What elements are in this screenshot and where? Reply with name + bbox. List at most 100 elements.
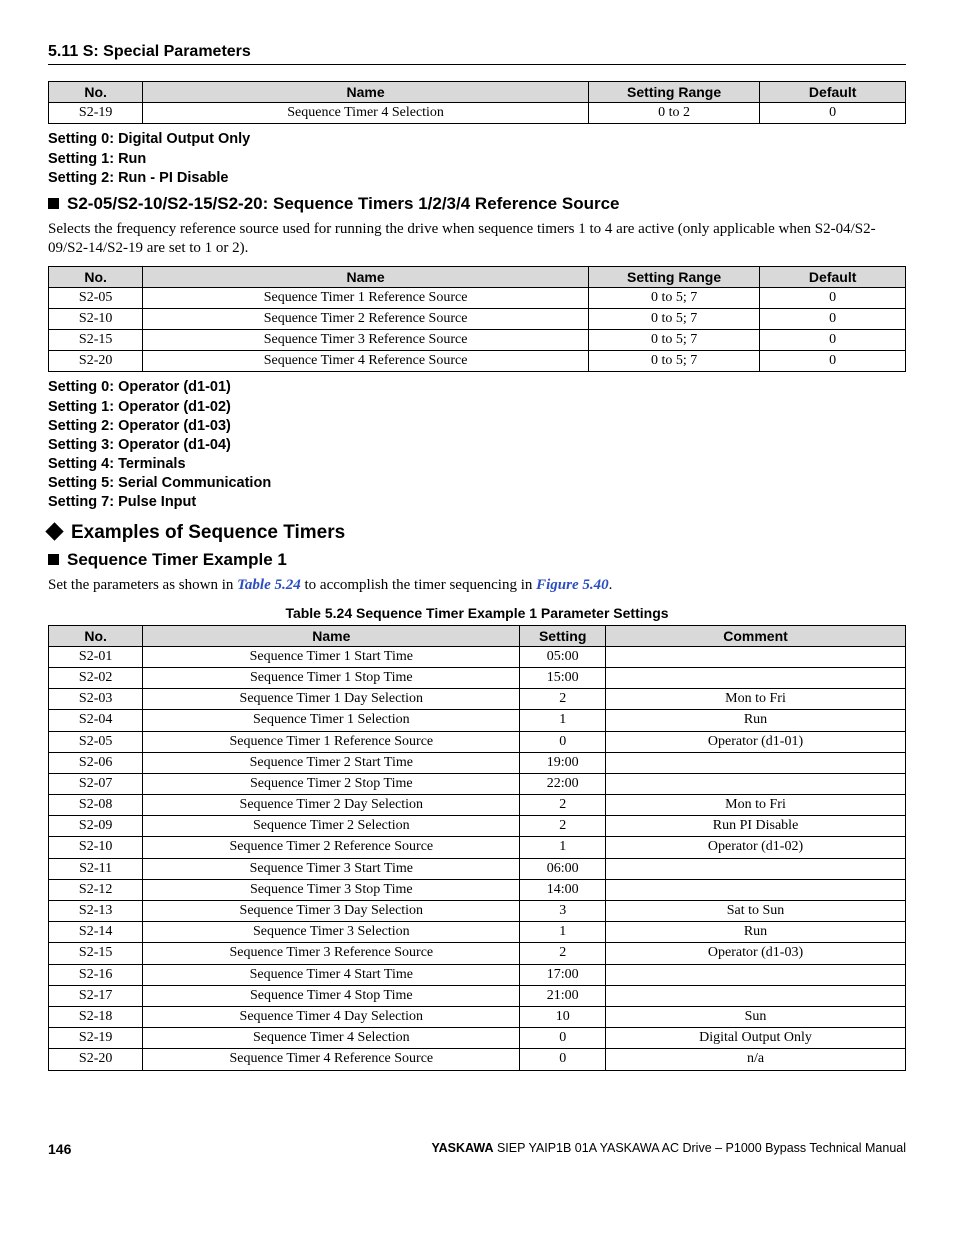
table-cell: S2-08 <box>49 795 143 816</box>
table-cell: 0 to 5; 7 <box>588 308 759 329</box>
table-row: S2-09Sequence Timer 2 Selection2Run PI D… <box>49 816 906 837</box>
table-row: S2-20Sequence Timer 4 Reference Source0 … <box>49 351 906 372</box>
table-cell: 0 to 5; 7 <box>588 330 759 351</box>
table-cell: Sequence Timer 4 Start Time <box>143 964 520 985</box>
settings-block-1: Setting 0: Digital Output OnlySetting 1:… <box>48 130 906 186</box>
table-row: S2-07Sequence Timer 2 Stop Time22:00 <box>49 773 906 794</box>
link-table-524[interactable]: Table 5.24 <box>237 577 301 593</box>
table-cell: Sequence Timer 2 Reference Source <box>143 837 520 858</box>
table-row: S2-15Sequence Timer 3 Reference Source0 … <box>49 330 906 351</box>
table-cell: Operator (d1-01) <box>606 731 906 752</box>
setting-line: Setting 5: Serial Communication <box>48 474 906 492</box>
table-cell: Sequence Timer 2 Day Selection <box>143 795 520 816</box>
table-cell: 05:00 <box>520 646 606 667</box>
table-cell: S2-20 <box>49 1049 143 1070</box>
table-cell: S2-02 <box>49 667 143 688</box>
footer-right: YASKAWA SIEP YAIP1B 01A YASKAWA AC Drive… <box>431 1141 906 1159</box>
table-cell: 2 <box>520 795 606 816</box>
table-cell: n/a <box>606 1049 906 1070</box>
page-number: 146 <box>48 1141 71 1159</box>
table-cell: Sequence Timer 1 Start Time <box>143 646 520 667</box>
table-cell: Sequence Timer 4 Selection <box>143 1028 520 1049</box>
table-cell <box>606 879 906 900</box>
t2-h0: No. <box>49 266 143 287</box>
table-cell: S2-10 <box>49 837 143 858</box>
table-cell: 0 <box>760 103 906 124</box>
link-figure-540[interactable]: Figure 5.40 <box>536 577 609 593</box>
t3-h3: Comment <box>606 625 906 646</box>
t1-h1: Name <box>143 82 589 103</box>
table-row: S2-08Sequence Timer 2 Day Selection2Mon … <box>49 795 906 816</box>
table-cell <box>606 773 906 794</box>
table-cell: 22:00 <box>520 773 606 794</box>
para-mid: to accomplish the timer sequencing in <box>301 577 536 593</box>
table-cell: S2-19 <box>49 1028 143 1049</box>
table-cell: Run <box>606 710 906 731</box>
table-cell: 0 <box>520 1049 606 1070</box>
table-row: S2-03Sequence Timer 1 Day Selection2Mon … <box>49 689 906 710</box>
table-cell: Sun <box>606 1006 906 1027</box>
t2-h3: Default <box>760 266 906 287</box>
table-cell: Sequence Timer 1 Selection <box>143 710 520 731</box>
table-cell: 0 <box>520 731 606 752</box>
table-cell: S2-20 <box>49 351 143 372</box>
table-cell: Sequence Timer 1 Day Selection <box>143 689 520 710</box>
table-cell: 1 <box>520 922 606 943</box>
table-cell: Run PI Disable <box>606 816 906 837</box>
setting-line: Setting 2: Run - PI Disable <box>48 169 906 187</box>
table-cell: Sequence Timer 3 Start Time <box>143 858 520 879</box>
table-cell: S2-14 <box>49 922 143 943</box>
heading-example1: Sequence Timer Example 1 <box>48 549 906 570</box>
setting-line: Setting 3: Operator (d1-04) <box>48 436 906 454</box>
table-cell: S2-09 <box>49 816 143 837</box>
page-footer: 146 YASKAWA SIEP YAIP1B 01A YASKAWA AC D… <box>48 1141 906 1159</box>
table-cell: 21:00 <box>520 985 606 1006</box>
table-cell: Sequence Timer 4 Reference Source <box>143 351 589 372</box>
table-row: S2-11Sequence Timer 3 Start Time06:00 <box>49 858 906 879</box>
table-row: S2-17Sequence Timer 4 Stop Time21:00 <box>49 985 906 1006</box>
table-cell: 0 <box>760 330 906 351</box>
t2-h2: Setting Range <box>588 266 759 287</box>
para-pre: Set the parameters as shown in <box>48 577 237 593</box>
table-cell: S2-01 <box>49 646 143 667</box>
heading-ref-source: S2-05/S2-10/S2-15/S2-20: Sequence Timers… <box>48 193 906 214</box>
table-row: S2-16Sequence Timer 4 Start Time17:00 <box>49 964 906 985</box>
para-ref-source: Selects the frequency reference source u… <box>48 220 906 258</box>
table-row: S2-10Sequence Timer 2 Reference Source0 … <box>49 308 906 329</box>
table-cell: S2-15 <box>49 943 143 964</box>
table-cell: Sequence Timer 4 Day Selection <box>143 1006 520 1027</box>
table-cell: Sequence Timer 4 Selection <box>143 103 589 124</box>
heading-examples: Examples of Sequence Timers <box>48 521 906 545</box>
table-cell: Sequence Timer 3 Reference Source <box>143 330 589 351</box>
table-cell: 19:00 <box>520 752 606 773</box>
table-cell: S2-06 <box>49 752 143 773</box>
para-post: . <box>609 577 613 593</box>
table-cell: S2-05 <box>49 287 143 308</box>
table-row: S2-12Sequence Timer 3 Stop Time14:00 <box>49 879 906 900</box>
table-row: S2-13Sequence Timer 3 Day Selection3Sat … <box>49 901 906 922</box>
t1-h2: Setting Range <box>588 82 759 103</box>
table-cell: 3 <box>520 901 606 922</box>
t1-h3: Default <box>760 82 906 103</box>
table-cell: S2-17 <box>49 985 143 1006</box>
setting-line: Setting 0: Digital Output Only <box>48 130 906 148</box>
t3-h0: No. <box>49 625 143 646</box>
table-row: S2-19Sequence Timer 4 Selection0Digital … <box>49 1028 906 1049</box>
table-cell: S2-15 <box>49 330 143 351</box>
table-row: S2-19Sequence Timer 4 Selection0 to 20 <box>49 103 906 124</box>
table-cell: Operator (d1-03) <box>606 943 906 964</box>
table-cell: Mon to Fri <box>606 689 906 710</box>
table-cell: Sequence Timer 1 Reference Source <box>143 731 520 752</box>
table-cell <box>606 985 906 1006</box>
table-cell: S2-18 <box>49 1006 143 1027</box>
table-cell: Operator (d1-02) <box>606 837 906 858</box>
table-row: S2-06Sequence Timer 2 Start Time19:00 <box>49 752 906 773</box>
table-cell: Sequence Timer 3 Stop Time <box>143 879 520 900</box>
table-cell <box>606 646 906 667</box>
table-cell: 17:00 <box>520 964 606 985</box>
table-cell: S2-16 <box>49 964 143 985</box>
table-cell: Sequence Timer 2 Reference Source <box>143 308 589 329</box>
t3-h1: Name <box>143 625 520 646</box>
table-cell: 15:00 <box>520 667 606 688</box>
table-cell: Sat to Sun <box>606 901 906 922</box>
